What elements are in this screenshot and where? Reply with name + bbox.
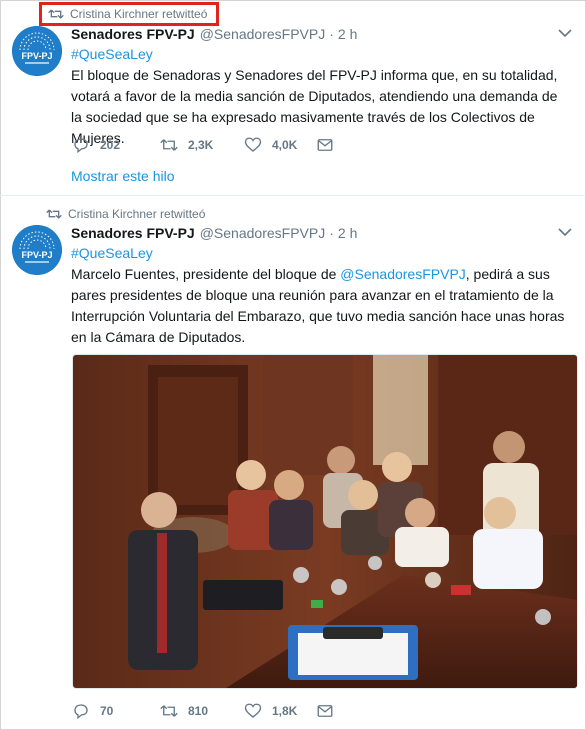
retweet-icon <box>48 9 64 19</box>
reply-icon <box>74 704 88 720</box>
avatar[interactable]: FPV-PJ <box>12 225 62 275</box>
svg-text:FPV-PJ: FPV-PJ <box>21 51 52 61</box>
fpv-pj-logo: FPV-PJ <box>12 225 62 275</box>
fpv-pj-logo: FPV-PJ <box>12 26 62 76</box>
author-handle[interactable]: @SenadoresFPVPJ <box>200 225 326 241</box>
retweet-button[interactable]: 2,3K <box>160 136 244 154</box>
retweet-count: 2,3K <box>188 138 214 152</box>
author-handle[interactable]: @SenadoresFPVPJ <box>200 26 326 42</box>
tweet-body-start: Marcelo Fuentes, presidente del bloque d… <box>71 266 341 282</box>
retweet-icon <box>160 139 178 151</box>
retweet-label: Cristina Kirchner retwitteó <box>68 207 206 221</box>
reply-count: 202 <box>100 138 121 152</box>
separator: · <box>329 225 334 241</box>
reply-icon <box>74 138 88 154</box>
message-icon <box>317 705 333 717</box>
like-icon <box>244 703 262 718</box>
author-name[interactable]: Senadores FPV-PJ <box>71 225 195 241</box>
avatar[interactable]: FPV-PJ <box>12 26 62 76</box>
caret-down-icon[interactable] <box>558 227 572 237</box>
timestamp[interactable]: 2 h <box>338 26 357 42</box>
tweet-actions: 70 810 1,8K <box>72 702 344 720</box>
retweet-context[interactable]: Cristina Kirchner retwitteó <box>46 204 205 224</box>
tweet-content: Senadores FPV-PJ @SenadoresFPVPJ · 2 h #… <box>71 24 572 149</box>
tweet[interactable]: Cristina Kirchner retwitteó FPV-PJ Senad… <box>0 197 586 730</box>
retweet-label: Cristina Kirchner retwitteó <box>70 7 208 21</box>
caret-down-icon[interactable] <box>558 28 572 38</box>
like-icon <box>244 137 262 152</box>
like-button[interactable]: 4,0K <box>244 136 316 154</box>
retweet-icon <box>46 209 62 219</box>
reply-count: 70 <box>100 704 114 718</box>
timestamp[interactable]: 2 h <box>338 225 357 241</box>
like-button[interactable]: 1,8K <box>244 702 316 720</box>
tweet-text: #QueSeaLey Marcelo Fuentes, presidente d… <box>71 243 572 348</box>
direct-message-button[interactable] <box>316 702 344 720</box>
separator: · <box>329 26 334 42</box>
like-count: 4,0K <box>272 138 298 152</box>
hashtag-link[interactable]: #QueSeaLey <box>71 243 572 264</box>
reply-button[interactable]: 202 <box>72 136 160 154</box>
message-icon <box>317 139 333 151</box>
retweet-button[interactable]: 810 <box>160 702 244 720</box>
like-count: 1,8K <box>272 704 298 718</box>
group-photo-image <box>73 355 577 688</box>
tweet-text: #QueSeaLey El bloque de Senadoras y Sena… <box>71 44 572 149</box>
retweet-icon <box>160 705 178 717</box>
tweet-content: Senadores FPV-PJ @SenadoresFPVPJ · 2 h #… <box>71 223 572 348</box>
tweet-photo[interactable] <box>72 354 578 689</box>
mention-link[interactable]: @SenadoresFPVPJ <box>340 266 466 282</box>
tweet-body: El bloque de Senadoras y Senadores del F… <box>71 67 558 146</box>
show-thread-link[interactable]: Mostrar este hilo <box>71 168 174 184</box>
tweet-header: Senadores FPV-PJ @SenadoresFPVPJ · 2 h <box>71 24 572 44</box>
tweet[interactable]: Cristina Kirchner retwitteó FPV-PJ Senad… <box>0 0 586 196</box>
tweet-header: Senadores FPV-PJ @SenadoresFPVPJ · 2 h <box>71 223 572 243</box>
hashtag-link[interactable]: #QueSeaLey <box>71 44 572 65</box>
direct-message-button[interactable] <box>316 136 344 154</box>
svg-text:FPV-PJ: FPV-PJ <box>21 250 52 260</box>
retweet-count: 810 <box>188 704 209 718</box>
author-name[interactable]: Senadores FPV-PJ <box>71 26 195 42</box>
reply-button[interactable]: 70 <box>72 702 160 720</box>
retweet-context[interactable]: Cristina Kirchner retwitteó <box>48 4 207 24</box>
tweet-actions: 202 2,3K 4,0K <box>72 136 344 154</box>
